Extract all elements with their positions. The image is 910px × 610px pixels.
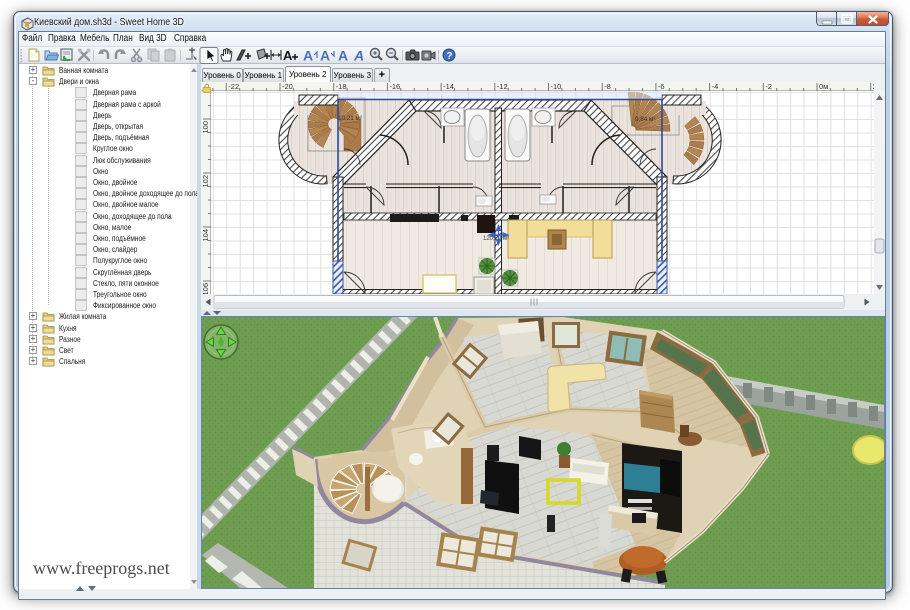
svg-text:-18: -18 bbox=[336, 82, 347, 91]
svg-text:?: ? bbox=[446, 51, 452, 62]
svg-text:-10: -10 bbox=[551, 82, 562, 91]
svg-text:-4: -4 bbox=[712, 82, 719, 91]
svg-text:A: A bbox=[353, 48, 364, 64]
svg-text:A: A bbox=[320, 48, 330, 64]
svg-text:-12: -12 bbox=[497, 82, 508, 91]
svg-text:10,21 м²: 10,21 м² bbox=[338, 115, 362, 122]
svg-text:-20: -20 bbox=[282, 82, 293, 91]
svg-text:9,84 м²: 9,84 м² bbox=[635, 116, 655, 123]
svg-text:-22: -22 bbox=[228, 82, 239, 91]
svg-text:-16: -16 bbox=[389, 82, 400, 91]
svg-text:-2: -2 bbox=[765, 82, 772, 91]
svg-text:A: A bbox=[338, 48, 348, 64]
svg-text:-8: -8 bbox=[604, 82, 611, 91]
svg-text:A: A bbox=[283, 48, 293, 63]
svg-text:0м: 0м bbox=[819, 82, 828, 91]
svg-text:A: A bbox=[303, 48, 313, 64]
svg-text:2: 2 bbox=[873, 82, 874, 91]
svg-text:104: 104 bbox=[201, 229, 210, 242]
svg-text:102: 102 bbox=[201, 175, 210, 188]
svg-text:100: 100 bbox=[201, 121, 210, 134]
svg-text:-6: -6 bbox=[658, 82, 665, 91]
svg-text:-14: -14 bbox=[443, 82, 454, 91]
svg-text:106: 106 bbox=[201, 283, 210, 294]
